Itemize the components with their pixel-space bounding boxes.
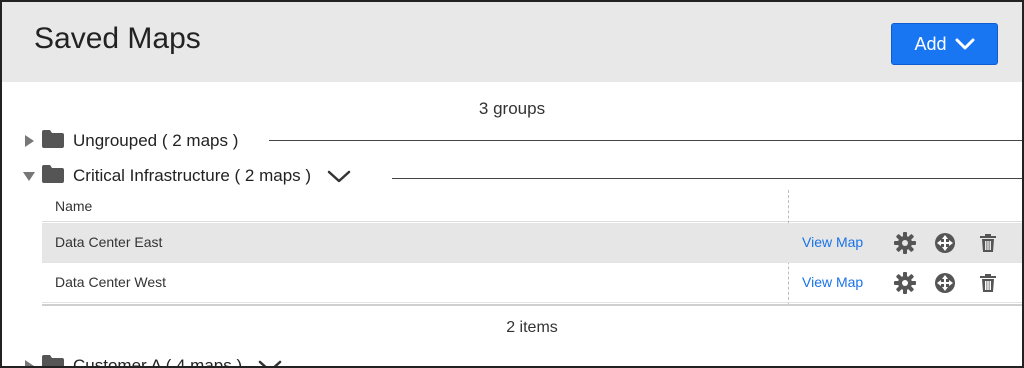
table-bottom-border	[42, 304, 1022, 306]
folder-icon	[42, 129, 64, 153]
group-customer-a[interactable]: Customer A ( 4 maps )	[22, 353, 282, 368]
group-ungrouped[interactable]: Ungrouped ( 2 maps )	[22, 128, 238, 154]
chevron-down-icon	[955, 37, 975, 51]
collapse-arrow-icon[interactable]	[22, 169, 36, 183]
table-header: Name	[42, 192, 1022, 222]
table-row[interactable]: Data Center East View Map	[42, 223, 1022, 263]
expand-arrow-icon[interactable]	[22, 359, 36, 366]
group-label: Ungrouped ( 2 maps )	[73, 131, 239, 150]
group-critical-infrastructure[interactable]: Critical Infrastructure ( 2 maps )	[22, 163, 351, 189]
page-title: Saved Maps	[34, 22, 201, 55]
expand-arrow-icon[interactable]	[22, 134, 36, 148]
group-label: Customer A ( 4 maps )	[73, 356, 243, 368]
add-button[interactable]: Add	[891, 23, 998, 65]
saved-maps-window: Saved Maps Add 3 groups Ungrouped ( 2 ma…	[0, 0, 1024, 368]
group-divider	[269, 140, 1022, 141]
add-button-label: Add	[914, 33, 947, 54]
group-label: Critical Infrastructure ( 2 maps )	[73, 166, 312, 185]
table-row[interactable]: Data Center West View Map	[42, 263, 1022, 303]
chevron-down-icon[interactable]	[327, 169, 351, 183]
folder-icon	[42, 164, 64, 188]
move-icon[interactable]	[934, 272, 956, 294]
trash-icon[interactable]	[977, 272, 999, 294]
gear-icon[interactable]	[894, 232, 916, 254]
trash-icon[interactable]	[977, 232, 999, 254]
folder-icon	[42, 354, 64, 366]
move-icon[interactable]	[934, 232, 956, 254]
column-header-name[interactable]: Name	[55, 198, 92, 214]
view-map-link[interactable]: View Map	[802, 234, 863, 250]
groups-count: 3 groups	[478, 99, 546, 118]
map-name: Data Center East	[55, 234, 163, 250]
page-header: Saved Maps Add	[2, 2, 1022, 82]
gear-icon[interactable]	[894, 272, 916, 294]
view-map-link[interactable]: View Map	[802, 274, 863, 290]
group-divider	[392, 178, 1022, 179]
map-name: Data Center West	[55, 274, 167, 290]
items-count: 2 items	[506, 319, 558, 336]
chevron-down-icon[interactable]	[258, 359, 282, 366]
